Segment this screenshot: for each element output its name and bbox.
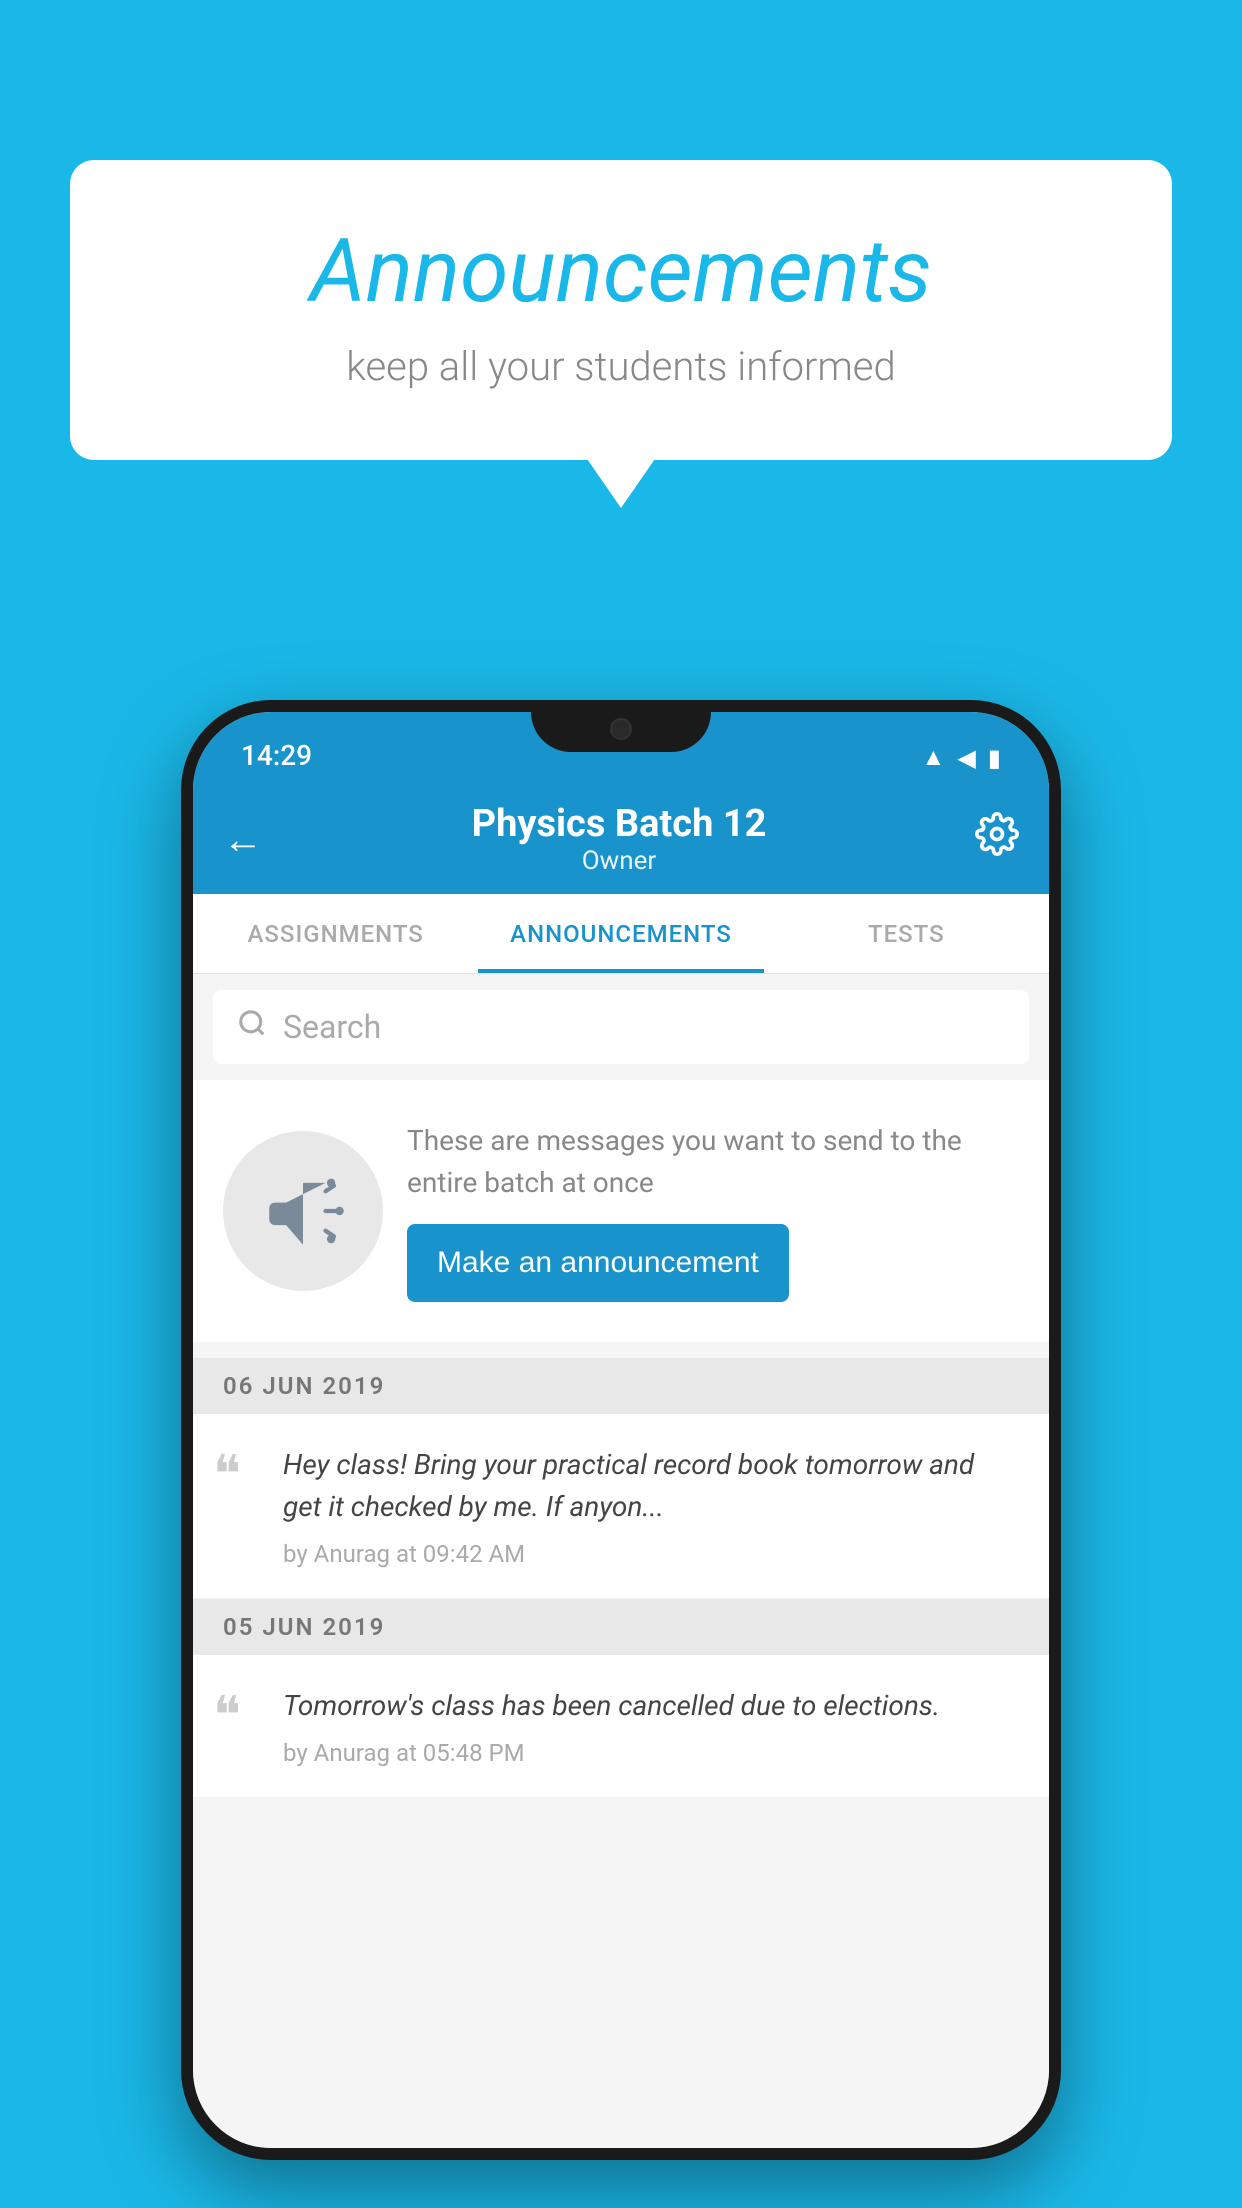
speech-bubble-card: Announcements keep all your students inf… (70, 160, 1172, 460)
speech-bubble-section: Announcements keep all your students inf… (70, 160, 1172, 460)
tab-tests[interactable]: TESTS (764, 894, 1049, 973)
announcement-item-1[interactable]: ❝ Hey class! Bring your practical record… (193, 1414, 1049, 1599)
announcement-item-2[interactable]: ❝ Tomorrow's class has been cancelled du… (193, 1655, 1049, 1798)
search-bar[interactable]: Search (213, 990, 1029, 1064)
announcement-author-1: by Anurag at 09:42 AM (283, 1540, 1019, 1568)
announcement-prompt-card: These are messages you want to send to t… (193, 1080, 1049, 1342)
camera-dot (610, 718, 632, 740)
date-divider-2: 05 JUN 2019 (193, 1599, 1049, 1655)
announcement-text-1: Hey class! Bring your practical record b… (283, 1444, 1019, 1528)
app-bar-title: Physics Batch 12 (472, 802, 767, 846)
back-button[interactable]: ← (223, 816, 263, 863)
signal-icon: ◀ (957, 744, 975, 772)
bubble-title: Announcements (150, 220, 1092, 323)
quote-icon-2: ❝ (213, 1691, 263, 1743)
phone-outer: 14:29 ▲ ◀ ▮ ← Physics Batch 12 Owner (181, 700, 1061, 2160)
app-bar-center: Physics Batch 12 Owner (472, 802, 767, 876)
phone-notch (531, 700, 711, 752)
prompt-right: These are messages you want to send to t… (407, 1120, 1019, 1302)
bubble-subtitle: keep all your students informed (150, 343, 1092, 390)
phone-mockup: 14:29 ▲ ◀ ▮ ← Physics Batch 12 Owner (181, 700, 1061, 2160)
status-time: 14:29 (241, 739, 312, 772)
prompt-description: These are messages you want to send to t… (407, 1120, 1019, 1204)
status-icons: ▲ ◀ ▮ (922, 743, 1001, 772)
tab-announcements[interactable]: ANNOUNCEMENTS (478, 894, 763, 973)
search-icon (237, 1008, 267, 1046)
phone-screen: 14:29 ▲ ◀ ▮ ← Physics Batch 12 Owner (193, 712, 1049, 2148)
tab-assignments[interactable]: ASSIGNMENTS (193, 894, 478, 973)
make-announcement-button[interactable]: Make an announcement (407, 1224, 789, 1302)
app-bar-subtitle: Owner (582, 846, 656, 876)
announcement-content-1: Hey class! Bring your practical record b… (283, 1444, 1019, 1568)
tabs-bar: ASSIGNMENTS ANNOUNCEMENTS TESTS (193, 894, 1049, 974)
battery-icon: ▮ (988, 744, 1001, 772)
announcement-author-2: by Anurag at 05:48 PM (283, 1739, 1019, 1767)
search-placeholder: Search (283, 1008, 381, 1046)
megaphone-circle (223, 1131, 383, 1291)
announcement-content-2: Tomorrow's class has been cancelled due … (283, 1685, 1019, 1767)
date-divider-1: 06 JUN 2019 (193, 1358, 1049, 1414)
wifi-icon: ▲ (922, 743, 946, 772)
app-bar: ← Physics Batch 12 Owner (193, 784, 1049, 894)
megaphone-icon (258, 1166, 348, 1256)
content-area: Search These are messages (193, 974, 1049, 2148)
settings-icon[interactable] (975, 812, 1019, 866)
announcement-text-2: Tomorrow's class has been cancelled due … (283, 1685, 1019, 1727)
quote-icon-1: ❝ (213, 1450, 263, 1502)
